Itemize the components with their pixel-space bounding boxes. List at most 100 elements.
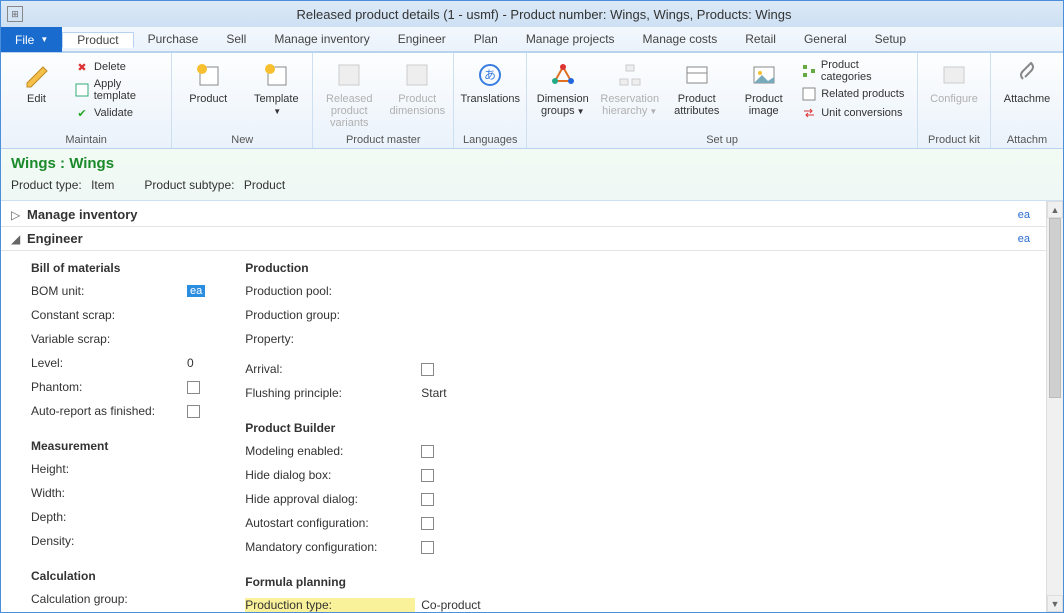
variable-scrap-label: Variable scrap: [31,332,181,346]
scroll-track[interactable] [1047,218,1063,595]
flushing-label: Flushing principle: [245,386,415,400]
product-type-label: Product type: [11,178,82,192]
tree-icon [801,63,817,79]
product-type-value: Item [91,178,114,192]
pencil-icon [21,59,53,91]
chevron-down-icon: ▼ [273,107,281,116]
variants-icon [333,59,365,91]
related-button[interactable]: Related products [801,86,911,102]
tab-manage-costs[interactable]: Manage costs [629,32,732,46]
flushing-value[interactable]: Start [421,386,446,400]
vertical-scrollbar[interactable]: ▲ ▼ [1046,201,1063,612]
record-heading: Wings : Wings [11,155,1053,172]
measurement-heading: Measurement [31,439,205,453]
hide-dialog-label: Hide dialog box: [245,468,415,482]
product-builder-heading: Product Builder [245,421,502,435]
collapse-icon: ◢ [11,232,21,246]
tab-purchase[interactable]: Purchase [134,32,213,46]
prod-group-label: Production group: [245,308,415,322]
ea-tag: ea [1018,209,1036,221]
menubar: File▼ Product Purchase Sell Manage inven… [1,27,1063,53]
autoreport-checkbox[interactable] [187,405,200,418]
tab-manage-inventory[interactable]: Manage inventory [260,32,383,46]
unit-conversions-button[interactable]: Unit conversions [801,105,911,121]
titlebar: ⊞ Released product details (1 - usmf) - … [1,1,1063,27]
chevron-down-icon: ▼ [40,35,48,44]
level-label: Level: [31,356,181,370]
constant-scrap-label: Constant scrap: [31,308,181,322]
group-maintain: Maintain [7,132,165,148]
hide-approval-label: Hide approval dialog: [245,492,415,506]
arrival-label: Arrival: [245,362,415,376]
product-icon [192,59,224,91]
product-button[interactable]: Product [178,55,238,105]
tab-plan[interactable]: Plan [460,32,512,46]
production-type-value[interactable]: Co-product [421,598,480,612]
scroll-thumb[interactable] [1049,218,1061,398]
density-label: Density: [31,534,181,548]
mandatory-checkbox[interactable] [421,541,434,554]
edit-button[interactable]: Edit [7,55,66,105]
bom-heading: Bill of materials [31,261,205,275]
image-icon [748,59,780,91]
tab-sell[interactable]: Sell [212,32,260,46]
band-manage-inventory[interactable]: ▷ Manage inventory ea [1,203,1046,227]
modeling-checkbox[interactable] [421,445,434,458]
property-label: Property: [245,332,415,346]
tab-engineer[interactable]: Engineer [384,32,460,46]
categories-button[interactable]: Product categories [801,59,911,83]
hierarchy-icon [614,59,646,91]
level-value: 0 [187,356,194,370]
dim-groups-icon [547,59,579,91]
template-button[interactable]: Template▼ [246,55,306,118]
group-product-kit: Product kit [924,132,984,148]
apply-template-button[interactable]: Apply template [74,78,165,102]
autostart-label: Autostart configuration: [245,516,415,530]
image-button[interactable]: Product image [734,55,793,117]
depth-label: Depth: [31,510,181,524]
svg-text:あ: あ [484,68,496,82]
group-new: New [178,132,306,148]
tab-product[interactable]: Product [62,32,133,48]
related-icon [801,86,817,102]
mandatory-label: Mandatory configuration: [245,540,415,554]
tab-retail[interactable]: Retail [731,32,790,46]
attachments-button[interactable]: Attachme [997,55,1057,105]
scroll-up-icon[interactable]: ▲ [1047,201,1063,218]
variants-button: Released product variants [319,55,379,129]
arrival-checkbox[interactable] [421,363,434,376]
scroll-down-icon[interactable]: ▼ [1047,595,1063,612]
delete-button[interactable]: ✖Delete [74,59,165,75]
configure-button: Configure [924,55,984,105]
attributes-button[interactable]: Product attributes [667,55,726,117]
phantom-checkbox[interactable] [187,381,200,394]
validate-button[interactable]: ✔Validate [74,105,165,121]
translations-button[interactable]: あ Translations [460,55,520,105]
autostart-checkbox[interactable] [421,517,434,530]
product-subtype-label: Product subtype: [144,178,234,192]
width-label: Width: [31,486,181,500]
band-engineer[interactable]: ◢ Engineer ea [1,227,1046,251]
convert-icon [801,105,817,121]
paperclip-icon [1011,59,1043,91]
check-icon: ✔ [74,105,90,121]
hide-approval-checkbox[interactable] [421,493,434,506]
dimension-groups-button[interactable]: Dimension groups▼ [533,55,592,118]
calc-group-label: Calculation group: [31,592,181,606]
ribbon: Edit ✖Delete Apply template ✔Validate Ma… [1,53,1063,149]
app-icon: ⊞ [7,6,23,22]
dimensions-button: Product dimensions [387,55,447,117]
prod-pool-label: Production pool: [245,284,415,298]
hide-dialog-checkbox[interactable] [421,469,434,482]
formula-planning-heading: Formula planning [245,575,502,589]
window-title: Released product details (1 - usmf) - Pr… [31,7,1057,22]
file-menu[interactable]: File▼ [1,27,62,52]
tab-setup[interactable]: Setup [861,32,920,46]
tab-manage-projects[interactable]: Manage projects [512,32,629,46]
bom-unit-value[interactable]: ea [187,285,205,297]
group-attachments: Attachm [997,132,1057,148]
attributes-icon [681,59,713,91]
tab-general[interactable]: General [790,32,861,46]
group-product-master: Product master [319,132,447,148]
product-subtype-value: Product [244,178,285,192]
